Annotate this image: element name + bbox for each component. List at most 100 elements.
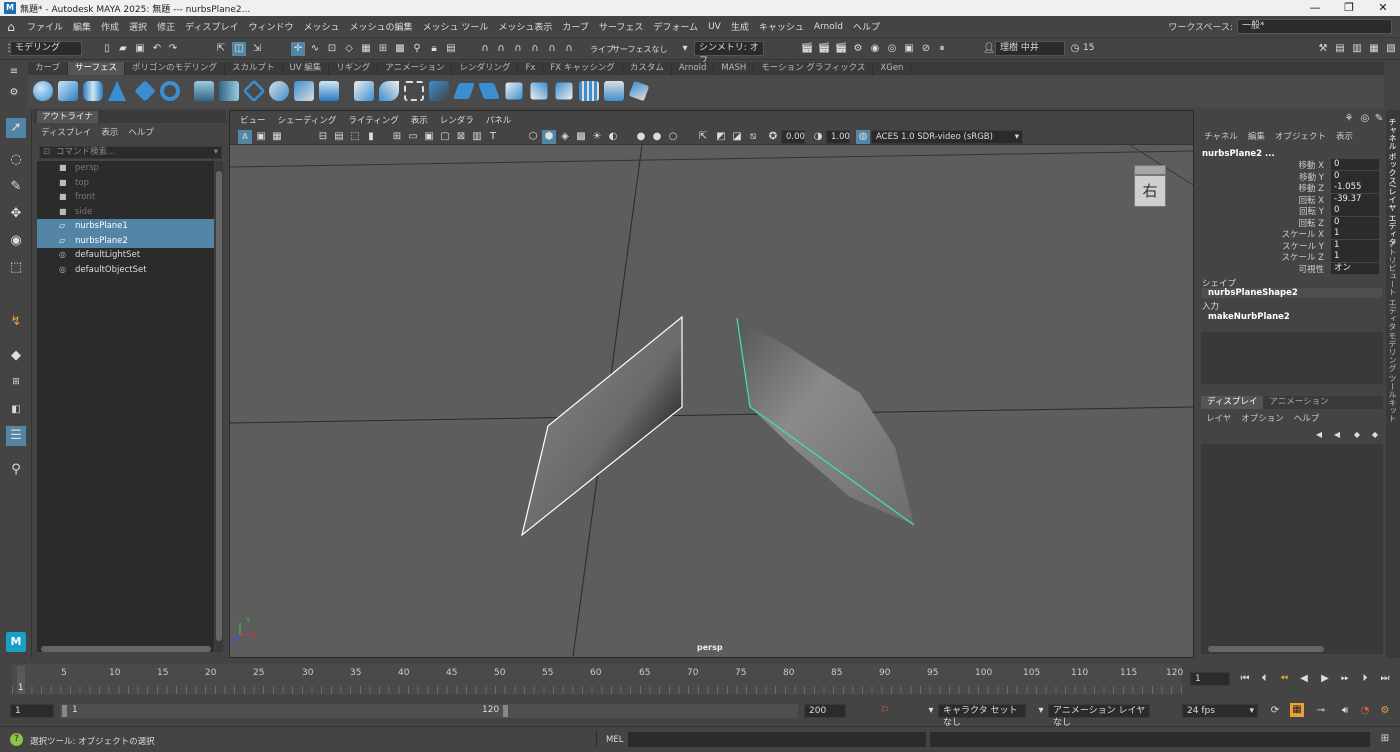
- camera-lock-icon[interactable]: ▦: [270, 130, 284, 144]
- colorspace-dropdown[interactable]: ACES 1.0 SDR-video (sRGB) ▾: [871, 130, 1023, 144]
- layer-tab-display[interactable]: ディスプレイ: [1201, 396, 1264, 409]
- shelf-tab-rendering[interactable]: レンダリング: [452, 62, 519, 75]
- shelf-tab-fx[interactable]: Fx: [518, 62, 544, 75]
- attribute-editor-icon[interactable]: ▤: [1333, 42, 1347, 56]
- outliner-persp-layout-icon[interactable]: ☰: [6, 426, 26, 446]
- viewport-canvas[interactable]: Y X Z 右 persp: [229, 144, 1194, 658]
- close-button[interactable]: ✕: [1366, 0, 1400, 16]
- outliner-menu-help[interactable]: ヘルプ: [128, 126, 154, 138]
- maya-home-icon[interactable]: M: [6, 632, 26, 652]
- shelf-menu-icon[interactable]: ≡: [7, 65, 21, 79]
- aa-icon[interactable]: ◩: [714, 130, 728, 144]
- viewport-persp[interactable]: ビュー シェーディング ライティング 表示 レンダラ パネル A ▣ ▦ ⊟ ▤…: [229, 110, 1194, 658]
- lock-icon[interactable]: 🔒︎: [427, 42, 441, 56]
- menu-display[interactable]: ディスプレイ: [180, 20, 243, 33]
- shelf-tab-motion-graphics[interactable]: モーション グラフィックス: [754, 62, 874, 75]
- play-backwards-icon[interactable]: ◀: [1297, 672, 1311, 686]
- layer-menu-help[interactable]: ヘルプ: [1294, 412, 1320, 424]
- revolve-icon[interactable]: [194, 81, 214, 101]
- redo-icon[interactable]: ↷: [166, 42, 180, 56]
- attr-row-scalez[interactable]: スケール Z 1: [1198, 251, 1386, 263]
- move-tool-icon[interactable]: ✥: [6, 204, 26, 224]
- attr-row-rotatey[interactable]: 回転 Y 0: [1198, 205, 1386, 217]
- safe-action-icon[interactable]: ▥: [470, 130, 484, 144]
- isolate-select-icon[interactable]: ⇱: [696, 130, 710, 144]
- channel-object-name[interactable]: nurbsPlane2 ...: [1202, 149, 1275, 159]
- history-icon[interactable]: ▤: [444, 42, 458, 56]
- marker-icon[interactable]: ⊸: [1314, 704, 1328, 718]
- outliner-menu-display[interactable]: ディスプレイ: [41, 126, 91, 138]
- resolution-gate-icon[interactable]: ▣: [422, 130, 436, 144]
- viewport-menu-panels[interactable]: パネル: [480, 114, 518, 126]
- motion-blur-icon[interactable]: ⧅: [746, 130, 760, 144]
- color-management-icon[interactable]: ◍: [856, 130, 870, 144]
- viewport-menu-renderer[interactable]: レンダラ: [434, 114, 480, 126]
- select-camera-icon[interactable]: ▣: [254, 130, 268, 144]
- nurbs-sphere-icon[interactable]: [33, 81, 53, 101]
- viewport-scene[interactable]: Y X Z: [229, 144, 1194, 658]
- snap-grid-icon[interactable]: ✛: [291, 42, 305, 56]
- insert-isoparm-icon[interactable]: [604, 81, 624, 101]
- snap-pivot-icon[interactable]: ⊞: [376, 42, 390, 56]
- grease-pencil-icon[interactable]: ▮: [364, 130, 378, 144]
- mode-dropdown[interactable]: モデリング: [10, 41, 82, 56]
- open-scene-icon[interactable]: ▰: [116, 42, 130, 56]
- home-icon[interactable]: ⌂: [0, 20, 22, 34]
- outliner-item-defaultlightset[interactable]: ◎ defaultLightSet: [37, 248, 214, 263]
- gamma-icon[interactable]: ◑: [811, 130, 825, 144]
- outliner-item-persp[interactable]: ■ persp: [37, 161, 214, 176]
- view-cube[interactable]: 右: [1132, 165, 1168, 209]
- shelf-tab-poly-modeling[interactable]: ポリゴンのモデリング: [125, 62, 226, 75]
- shelf-tab-mash[interactable]: MASH: [714, 62, 755, 75]
- birail-icon[interactable]: [294, 81, 314, 101]
- outliner-item-defaultobjectset[interactable]: ◎ defaultObjectSet: [37, 263, 214, 278]
- step-forward-key-icon[interactable]: ⏩︎: [1338, 672, 1352, 686]
- magnet-point-icon[interactable]: ∩: [511, 42, 525, 56]
- camera-attr-icon[interactable]: A: [238, 130, 252, 144]
- lasso-tool-icon[interactable]: ◌: [6, 150, 26, 170]
- nurbsplane1-mesh[interactable]: [521, 315, 683, 537]
- detach-icon[interactable]: [530, 82, 548, 100]
- sound-icon[interactable]: 🔊︎: [1338, 704, 1352, 718]
- anim-layer-dropdown-icon[interactable]: ▾: [1034, 704, 1048, 718]
- go-to-end-icon[interactable]: ⏭︎: [1378, 672, 1392, 686]
- rotate-tool-icon[interactable]: ◉: [6, 231, 26, 251]
- menu-curves[interactable]: カーブ: [557, 20, 593, 33]
- layer-tab-animation[interactable]: アニメーション: [1263, 396, 1334, 409]
- safe-title-icon[interactable]: T: [486, 130, 500, 144]
- nurbs-cone-icon[interactable]: [108, 81, 126, 101]
- snap-point-icon[interactable]: ⊡: [325, 42, 339, 56]
- shelf-tab-surfaces[interactable]: サーフェス: [68, 62, 125, 75]
- smooth-shade-icon[interactable]: ⬢: [542, 130, 556, 144]
- shelf-tab-rigging[interactable]: リギング: [329, 62, 379, 75]
- attr-value[interactable]: 1: [1331, 228, 1379, 239]
- render-settings-icon[interactable]: ⚙: [851, 42, 865, 56]
- nurbs-cube-icon[interactable]: [58, 81, 78, 101]
- outliner-item-front[interactable]: ■ front: [37, 190, 214, 205]
- fps-dropdown[interactable]: 24 fps ▾: [1182, 704, 1258, 718]
- exposure-field[interactable]: 0.00: [781, 130, 805, 144]
- shelf-tab-curves[interactable]: カーブ: [28, 62, 68, 75]
- menu-edit[interactable]: 編集: [68, 20, 96, 33]
- snap-view-icon[interactable]: ◇: [342, 42, 356, 56]
- magnet-curve-icon[interactable]: ∩: [494, 42, 508, 56]
- shadows-icon[interactable]: ◐: [606, 130, 620, 144]
- attr-value[interactable]: -39.37: [1331, 194, 1379, 205]
- menu-select[interactable]: 選択: [124, 20, 152, 33]
- hypershade-icon[interactable]: ◉: [868, 42, 882, 56]
- shelf-tab-sculpting[interactable]: スカルプト: [225, 62, 283, 75]
- menu-surfaces[interactable]: サーフェス: [594, 20, 648, 33]
- attr-value[interactable]: オン: [1331, 263, 1379, 274]
- ao-icon[interactable]: ◪: [730, 130, 744, 144]
- shelf-tab-animation[interactable]: アニメーション: [378, 62, 453, 75]
- edit-icon[interactable]: ✎: [1372, 112, 1386, 126]
- viewport-menu-show[interactable]: 表示: [405, 114, 434, 126]
- menu-create[interactable]: 作成: [96, 20, 124, 33]
- viewport-menu-view[interactable]: ビュー: [234, 114, 272, 126]
- start-time-field[interactable]: 1: [10, 704, 54, 718]
- menu-modify[interactable]: 修正: [152, 20, 180, 33]
- outliner-item-side[interactable]: ■ side: [37, 205, 214, 220]
- attr-value[interactable]: 1: [1331, 251, 1379, 262]
- shelf-tab-xgen[interactable]: XGen: [873, 62, 912, 75]
- auto-key-icon[interactable]: ⚐: [878, 704, 892, 718]
